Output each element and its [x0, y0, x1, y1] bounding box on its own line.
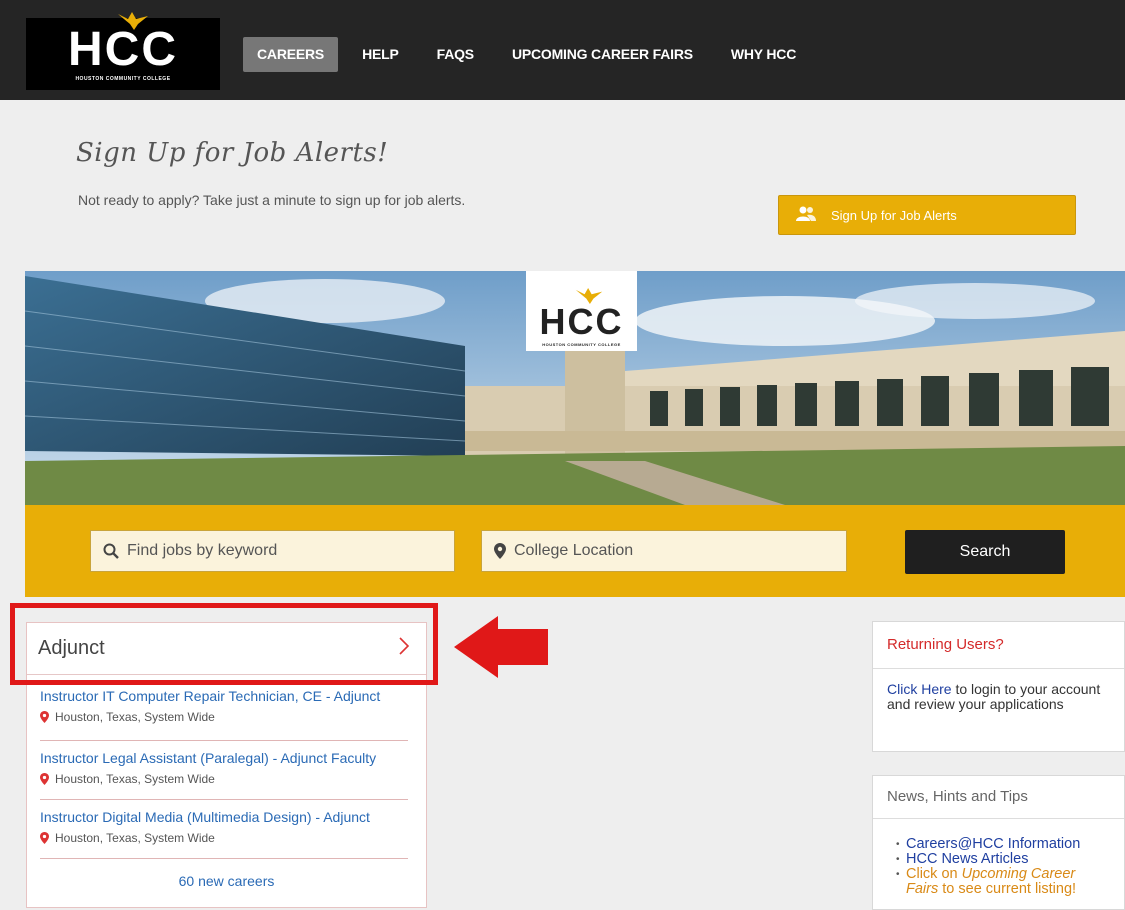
hcc-logo[interactable]: HCC HOUSTON COMMUNITY COLLEGE — [26, 12, 220, 90]
bird-icon — [118, 12, 148, 30]
fairs-suffix: to see current listing! — [938, 881, 1077, 897]
users-icon — [795, 206, 817, 225]
nav-why-hcc[interactable]: WHY HCC — [717, 37, 810, 72]
hero-hcc-logo: HCC HOUSTON COMMUNITY COLLEGE — [526, 271, 637, 351]
signup-description: Not ready to apply? Take just a minute t… — [78, 192, 466, 208]
map-pin-icon — [494, 543, 506, 559]
job-location-text: Houston, Texas, System Wide — [55, 710, 215, 724]
top-nav-bar: HCC HOUSTON COMMUNITY COLLEGE CAREERS HE… — [0, 0, 1125, 100]
location-placeholder: College Location — [514, 542, 634, 559]
job-location: Houston, Texas, System Wide — [40, 831, 410, 845]
career-fairs-tip[interactable]: Click on Upcoming Career Fairs to see cu… — [896, 866, 1110, 897]
signup-button-label: Sign Up for Job Alerts — [831, 207, 957, 223]
keyword-search-input[interactable]: Find jobs by keyword — [90, 530, 455, 572]
map-pin-icon — [40, 832, 49, 844]
returning-users-panel: Returning Users? Click Here to login to … — [872, 621, 1125, 752]
job-title[interactable]: Instructor Legal Assistant (Paralegal) -… — [40, 750, 402, 766]
annotation-arrow-icon — [454, 616, 548, 678]
job-item[interactable]: Instructor Legal Assistant (Paralegal) -… — [40, 750, 410, 786]
main-nav: CAREERS HELP FAQS UPCOMING CAREER FAIRS … — [243, 37, 820, 72]
job-item[interactable]: Instructor Digital Media (Multimedia Des… — [40, 809, 410, 845]
job-divider — [40, 858, 408, 859]
more-careers-link[interactable]: 60 new careers — [27, 873, 426, 889]
search-icon — [103, 543, 119, 559]
news-list: Careers@HCC Information HCC News Article… — [873, 819, 1124, 897]
job-title[interactable]: Instructor Digital Media (Multimedia Des… — [40, 809, 402, 825]
signup-job-alerts-button[interactable]: Sign Up for Job Alerts — [778, 195, 1076, 235]
returning-users-body: Click Here to login to your account and … — [873, 669, 1124, 725]
hero-logo-mark: HCC — [539, 288, 624, 342]
returning-users-title: Returning Users? — [873, 622, 1124, 669]
logo-mark: HCC — [68, 12, 178, 74]
nav-careers[interactable]: CAREERS — [243, 37, 339, 72]
job-location-text: Houston, Texas, System Wide — [55, 831, 215, 845]
login-link[interactable]: Click Here — [887, 681, 952, 697]
signup-title: Sign Up for Job Alerts! — [76, 138, 389, 168]
job-location-text: Houston, Texas, System Wide — [55, 772, 215, 786]
map-pin-icon — [40, 711, 49, 723]
fairs-prefix: Click on — [906, 866, 962, 882]
hero-logo-text: HCC — [539, 301, 624, 342]
logo-subtitle: HOUSTON COMMUNITY COLLEGE — [75, 76, 171, 82]
location-search-input[interactable]: College Location — [481, 530, 847, 572]
nav-help[interactable]: HELP — [348, 37, 413, 72]
job-location: Houston, Texas, System Wide — [40, 772, 410, 786]
job-divider — [40, 740, 408, 741]
hero-logo-subtitle: HOUSTON COMMUNITY COLLEGE — [542, 342, 621, 347]
keyword-placeholder: Find jobs by keyword — [127, 542, 278, 559]
job-item[interactable]: Instructor IT Computer Repair Technician… — [40, 688, 410, 724]
news-link-articles[interactable]: HCC News Articles — [896, 852, 1110, 868]
news-panel: News, Hints and Tips Careers@HCC Informa… — [872, 775, 1125, 910]
job-divider — [40, 799, 408, 800]
news-link-careers-info[interactable]: Careers@HCC Information — [896, 837, 1110, 853]
hero-bird-icon — [575, 288, 602, 304]
map-pin-icon — [40, 773, 49, 785]
nav-upcoming-career-fairs[interactable]: UPCOMING CAREER FAIRS — [498, 37, 707, 72]
search-button[interactable]: Search — [905, 530, 1065, 574]
job-title[interactable]: Instructor IT Computer Repair Technician… — [40, 688, 402, 704]
highlight-box — [10, 603, 438, 685]
job-location: Houston, Texas, System Wide — [40, 710, 410, 724]
nav-faqs[interactable]: FAQS — [423, 37, 488, 72]
news-title: News, Hints and Tips — [873, 776, 1124, 819]
